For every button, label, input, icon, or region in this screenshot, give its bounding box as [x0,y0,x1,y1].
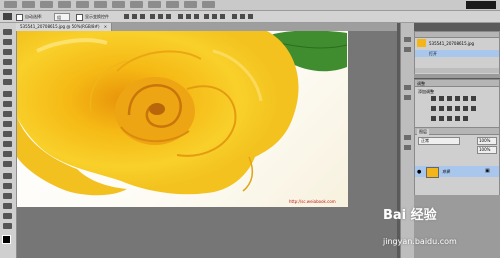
layer-thumbnail [426,167,439,178]
menu-item[interactable] [4,1,17,8]
foreground-color-swatch[interactable] [2,235,11,244]
dock-button[interactable] [404,47,411,52]
layer-row-background[interactable]: ● 背景 ▣ [415,166,499,178]
pen-tool[interactable] [3,173,12,179]
auto-select-checkbox[interactable] [16,14,23,21]
dock-button[interactable] [404,145,411,150]
document-tab[interactable]: 535541_20708615.jpg @ 50%(RGB/8#) × [16,23,113,31]
adjustment-icons[interactable] [431,96,491,124]
menu-item[interactable] [184,1,197,8]
menu-item[interactable] [22,1,35,8]
tab-layers[interactable]: 图层 [417,129,429,135]
history-brush-tool[interactable] [3,121,12,127]
window-controls[interactable] [466,1,496,9]
lock-icon: ▣ [485,168,490,174]
menu-item[interactable] [40,1,53,8]
layer-name: 背景 [442,169,450,174]
adjustments-title: 调整 [417,81,425,86]
dock-button[interactable] [404,95,411,100]
options-bar: 自动选择: 组 显示变换控件 [0,11,500,23]
hand-tool[interactable] [3,213,12,219]
history-panel-footer [415,68,499,73]
menu-item[interactable] [76,1,89,8]
document-tab-title: 535541_20708615.jpg @ 50%(RGB/8#) [20,24,100,29]
baidu-brand: Bai 经验 [383,208,437,223]
dock-button[interactable] [404,37,411,42]
crop-tool[interactable] [3,69,12,75]
lasso-tool[interactable] [3,49,12,55]
menu-item[interactable] [148,1,161,8]
transform-checkbox[interactable] [76,14,83,21]
gradient-tool[interactable] [3,141,12,147]
brush-tool[interactable] [3,101,12,107]
document-tab-bar: 535541_20708615.jpg @ 50%(RGB/8#) × [16,23,397,31]
toolbox [0,23,17,258]
menu-item[interactable] [58,1,71,8]
shape-tool[interactable] [3,203,12,209]
snapshot-thumbnail [417,39,426,47]
layers-panel: 图层 正常 100% 100% ● 背景 ▣ [414,127,500,196]
snapshot-name: 535541_20708615.jpg [429,41,475,46]
menu-item[interactable] [112,1,125,8]
history-step-open[interactable]: 打开 [415,50,499,57]
opacity-value: 100% [479,138,491,143]
marquee-tool[interactable] [3,39,12,45]
fill-value: 100% [479,147,491,152]
transform-label: 显示变换控件 [85,14,109,19]
move-tool-icon [3,13,12,20]
menu-bar [0,0,500,11]
auto-select-label: 自动选择: [25,14,43,19]
clone-tool[interactable] [3,111,12,117]
menu-item[interactable] [130,1,143,8]
move-tool[interactable] [3,29,12,35]
rose-photo [17,31,348,196]
blur-tool[interactable] [3,151,12,157]
align-buttons[interactable] [122,13,258,20]
opacity-field[interactable]: 100% [477,137,497,145]
menu-item[interactable] [166,1,179,8]
type-tool[interactable] [3,183,12,189]
path-select-tool[interactable] [3,193,12,199]
adjustments-panel: 调整 添加调整 [414,79,500,128]
dock-button[interactable] [404,135,411,140]
adjustments-tab[interactable]: 调整 [415,80,499,87]
eraser-tool[interactable] [3,131,12,137]
baidu-url: jingyan.baidu.com [383,237,457,246]
auto-select-dropdown[interactable]: 组 [54,13,70,21]
history-panel: 535541_20708615.jpg 打开 [414,31,500,75]
canvas-image[interactable] [17,31,348,207]
image-watermark: http://sc.weiabook.com [289,199,336,204]
menu-item[interactable] [94,1,107,8]
layers-panel-header: 图层 [415,128,499,135]
history-step-label: 打开 [429,51,437,56]
blend-mode-value: 正常 [421,138,429,143]
zoom-tool[interactable] [3,223,12,229]
adjustments-subtitle: 添加调整 [418,89,434,94]
history-panel-header [415,32,499,38]
quick-select-tool[interactable] [3,59,12,65]
auto-select-value: 组 [57,15,61,20]
eye-icon[interactable]: ● [417,169,421,175]
dock-button[interactable] [404,85,411,90]
menu-item[interactable] [202,1,215,8]
align-icons [124,14,253,19]
eyedropper-tool[interactable] [3,79,12,85]
fill-field[interactable]: 100% [477,146,497,154]
panel-gap [414,74,500,78]
dodge-tool[interactable] [3,161,12,167]
blend-mode-select[interactable]: 正常 [418,137,460,145]
healing-tool[interactable] [3,91,12,97]
close-icon[interactable]: × [104,24,107,29]
